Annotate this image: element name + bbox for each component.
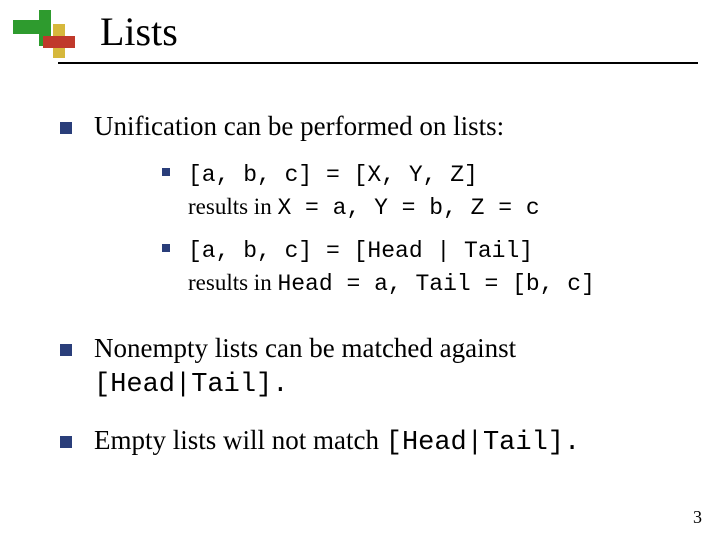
square-bullet-icon: [60, 344, 72, 356]
bullet-1-text: Unification can be performed on lists:: [94, 111, 504, 141]
subbullet-2: [a, b, c] = [Head | Tail] results in Hea…: [162, 234, 680, 300]
slide: Lists Unification can be performed on li…: [0, 0, 720, 540]
slide-title: Lists: [100, 8, 178, 55]
sub1-result-label: results in: [188, 194, 277, 219]
subbullet-1: [a, b, c] = [X, Y, Z] results in X = a, …: [162, 158, 680, 224]
bullet-3-text: Empty lists will not match: [94, 425, 386, 455]
sub1-code: [a, b, c] = [X, Y, Z]: [188, 162, 478, 188]
sub2-result-code: Head = a, Tail = [b, c]: [277, 271, 594, 297]
sub2-result-label: results in: [188, 270, 277, 295]
slide-body: Unification can be performed on lists: […: [60, 110, 680, 461]
bullet-2-code: [Head|Tail].: [94, 370, 288, 400]
bullet-2-text: Nonempty lists can be matched against: [94, 333, 516, 363]
bullet-1: Unification can be performed on lists: […: [60, 110, 680, 310]
sub2-code: [a, b, c] = [Head | Tail]: [188, 238, 533, 264]
sub1-result-code: X = a, Y = b, Z = c: [277, 195, 539, 221]
bullet-3-code: [Head|Tail].: [386, 428, 580, 458]
square-bullet-icon: [162, 244, 170, 252]
slide-number: 3: [693, 507, 702, 528]
square-bullet-icon: [60, 436, 72, 448]
bullet-3: Empty lists will not match [Head|Tail].: [60, 424, 680, 461]
square-bullet-icon: [162, 168, 170, 176]
title-underline: [58, 62, 698, 64]
bullet-2: Nonempty lists can be matched against [H…: [60, 332, 680, 403]
square-bullet-icon: [60, 122, 72, 134]
logo-icon: [13, 10, 71, 56]
